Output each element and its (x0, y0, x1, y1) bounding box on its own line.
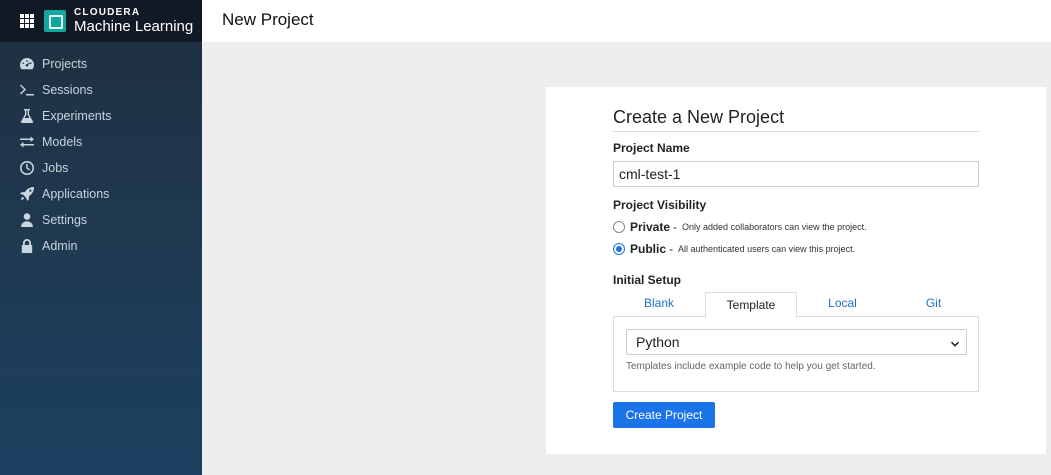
lock-icon (19, 238, 35, 254)
clock-icon (19, 160, 35, 176)
public-title: Public (630, 242, 667, 256)
rocket-icon (19, 186, 35, 202)
tab-local[interactable]: Local (797, 292, 888, 317)
tab-template[interactable]: Template (705, 292, 797, 318)
initial-setup-label: Initial Setup (613, 273, 682, 287)
sidebar: CLOUDERA Machine Learning Projects Sessi… (0, 0, 202, 475)
page-title: New Project (222, 10, 314, 29)
template-select[interactable]: Python (626, 329, 967, 355)
grid-icon[interactable] (20, 14, 34, 28)
sidebar-item-label: Jobs (42, 161, 69, 175)
terminal-icon (19, 82, 35, 98)
sidebar-item-sessions[interactable]: Sessions (0, 77, 202, 103)
project-name-input[interactable] (613, 161, 979, 187)
tab-blank[interactable]: Blank (613, 292, 705, 317)
chevron-down-icon (950, 336, 960, 347)
sidebar-item-label: Experiments (42, 109, 112, 123)
sidebar-item-admin[interactable]: Admin (0, 233, 202, 259)
cloudera-logo-icon (44, 10, 66, 32)
gauge-icon (19, 56, 35, 72)
visibility-option-public[interactable]: Public - All authenticated users can vie… (613, 242, 979, 256)
sidebar-item-projects[interactable]: Projects (0, 51, 202, 77)
private-title: Private (630, 220, 671, 234)
public-radio[interactable] (613, 243, 625, 255)
template-select-value: Python (636, 334, 680, 350)
sidebar-nav: Projects Sessions Experiments Models Job… (0, 42, 202, 259)
sidebar-item-applications[interactable]: Applications (0, 181, 202, 207)
create-project-button[interactable]: Create Project (613, 402, 715, 428)
tab-git[interactable]: Git (888, 292, 979, 317)
sidebar-item-label: Models (42, 135, 83, 149)
swap-arrows-icon (19, 134, 35, 150)
private-description: Only added collaborators can view the pr… (682, 222, 867, 232)
new-project-card: Create a New Project Project Name Projec… (546, 87, 1046, 454)
sidebar-item-models[interactable]: Models (0, 129, 202, 155)
user-icon (19, 212, 35, 228)
new-project-form: Create a New Project Project Name Projec… (613, 107, 979, 428)
sidebar-item-label: Applications (42, 187, 110, 201)
sidebar-item-label: Projects (42, 57, 88, 71)
form-title: Create a New Project (613, 107, 979, 132)
project-visibility-label: Project Visibility (613, 198, 707, 212)
sidebar-item-label: Sessions (42, 83, 93, 97)
brand-bar: CLOUDERA Machine Learning (0, 0, 202, 42)
brand-product: Machine Learning (74, 18, 194, 35)
header-bar: New Project (202, 0, 1051, 42)
sidebar-item-settings[interactable]: Settings (0, 207, 202, 233)
brand-company: CLOUDERA (74, 7, 141, 18)
template-help-text: Templates include example code to help y… (626, 361, 876, 372)
setup-tabs: Blank Template Local Git (613, 292, 979, 318)
public-description: All authenticated users can view this pr… (678, 244, 856, 254)
visibility-option-private[interactable]: Private - Only added collaborators can v… (613, 220, 979, 234)
flask-icon (19, 108, 35, 124)
public-separator: - (669, 242, 674, 256)
private-separator: - (673, 220, 678, 234)
sidebar-item-experiments[interactable]: Experiments (0, 103, 202, 129)
template-panel: Python Templates include example code to… (613, 317, 979, 392)
private-radio[interactable] (613, 221, 625, 233)
sidebar-item-jobs[interactable]: Jobs (0, 155, 202, 181)
brand-text: CLOUDERA Machine Learning (74, 7, 194, 35)
sidebar-item-label: Admin (42, 239, 78, 253)
sidebar-item-label: Settings (42, 213, 88, 227)
project-name-label: Project Name (613, 141, 690, 155)
